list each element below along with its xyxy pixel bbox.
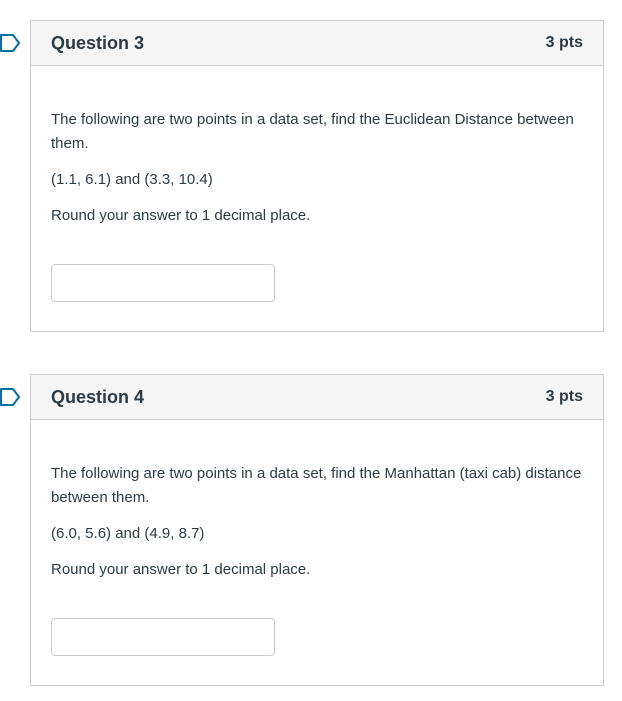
question-header: Question 3 3 pts: [31, 21, 603, 66]
question-instruction: Round your answer to 1 decimal place.: [51, 561, 311, 578]
answer-input[interactable]: [51, 264, 275, 302]
question-card: Question 3 3 pts The following are two p…: [30, 20, 604, 332]
question-card: Question 4 3 pts The following are two p…: [30, 374, 604, 686]
question-prompt: The following are two points in a data s…: [51, 111, 574, 152]
question-header: Question 4 3 pts: [31, 375, 603, 420]
question-points: 3 pts: [545, 34, 583, 51]
question-points-pair: (1.1, 6.1) and (3.3, 10.4): [51, 171, 213, 188]
flag-question-icon[interactable]: [0, 34, 20, 52]
question-points: 3 pts: [545, 388, 583, 405]
question-body: The following are two points in a data s…: [31, 66, 603, 302]
question-instruction: Round your answer to 1 decimal place.: [51, 207, 311, 224]
question-title: Question 4: [51, 386, 145, 407]
question-body: The following are two points in a data s…: [31, 420, 603, 656]
question-points-pair: (6.0, 5.6) and (4.9, 8.7): [51, 525, 205, 542]
question-title: Question 3: [51, 32, 145, 53]
answer-input[interactable]: [51, 618, 275, 656]
question-prompt: The following are two points in a data s…: [51, 465, 582, 506]
flag-question-icon[interactable]: [0, 388, 20, 406]
